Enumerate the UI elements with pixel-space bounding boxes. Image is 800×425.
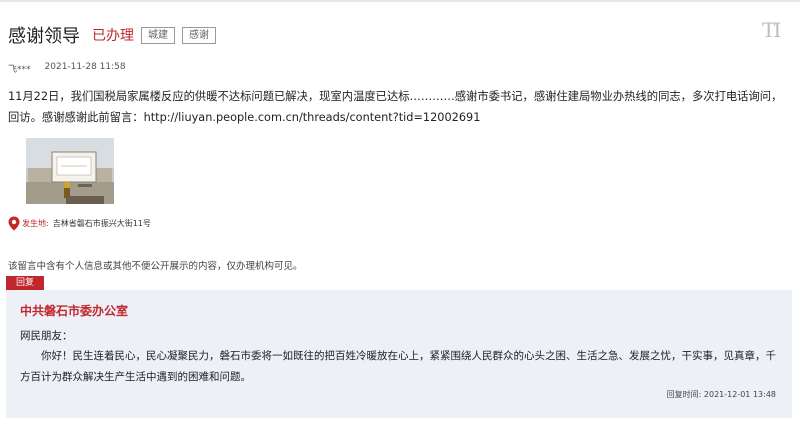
top-divider <box>0 0 800 2</box>
tag-chengjian[interactable]: 城建 <box>141 26 175 44</box>
reply-body: 你好！民生连着民心，民心凝聚民力，磐石市委将一如既往的把百姓冷暖放在心上，紧紧围… <box>20 350 776 383</box>
attachment-photo[interactable] <box>26 138 114 204</box>
status-badge: 已办理 <box>92 28 134 44</box>
tag-ganxie[interactable]: 感谢 <box>182 26 216 44</box>
reply-greeting: 网民朋友： <box>20 330 73 342</box>
message-content: 11月22日，我们国税局家属楼反应的供暖不达标问题已解决，现室内温度已达标………… <box>8 90 783 124</box>
reply-time-label: 回复时间: <box>666 390 702 399</box>
reply-time-value: 2021-12-01 13:48 <box>703 390 776 399</box>
reply-panel: 中共磐石市委办公室 网民朋友： 你好！民生连着民心，民心凝聚民力，磐石市委将一如… <box>6 290 792 418</box>
reply-organization: 中共磐石市委办公室 <box>20 304 129 318</box>
location-value: 吉林省磐石市振兴大街11号 <box>52 219 151 228</box>
post-meta: 飞*** 2021-11-28 11:58 <box>8 62 126 75</box>
location-row: 发生地: 吉林省磐石市振兴大街11号 <box>8 216 151 231</box>
privacy-notice: 该留言中含有个人信息或其他不便公开展示的内容，仅办理机构可见。 <box>8 261 303 272</box>
reply-tab[interactable]: 回复 <box>6 276 44 290</box>
author-name: 飞*** <box>8 65 31 75</box>
post-datetime: 2021-11-28 11:58 <box>44 62 126 72</box>
map-pin-icon <box>8 216 20 231</box>
attachment-photo-image <box>26 138 114 204</box>
page-title: 感谢领导 <box>8 26 80 47</box>
reply-timestamp: 回复时间: 2021-12-01 13:48 <box>667 389 776 400</box>
location-label: 发生地: <box>22 219 49 228</box>
page-header: 感谢领导 已办理 城建 感谢 <box>8 21 216 49</box>
font-size-toggle-icon[interactable]: TI <box>762 18 788 42</box>
